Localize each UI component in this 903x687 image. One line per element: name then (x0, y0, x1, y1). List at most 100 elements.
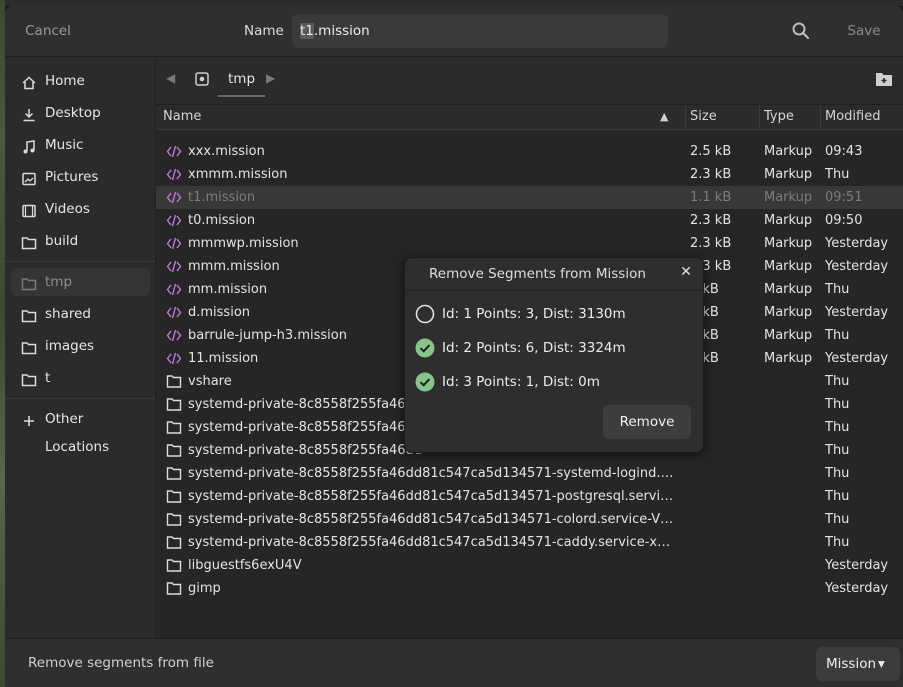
file-row[interactable]: xmmm.mission 2.3 kB Markup Thu (156, 163, 903, 186)
file-row[interactable]: systemd-private-8c8558f255fa46dd81c547ca… (156, 462, 903, 485)
file-modified: Thu (825, 420, 850, 435)
remove-segments-popover: Remove Segments from Mission ✕ Id: 1 Poi… (404, 257, 704, 453)
file-type: Markup (764, 236, 813, 251)
drive-icon[interactable] (194, 71, 210, 87)
sidebar-item-label: t (45, 370, 51, 386)
footer-label: Remove segments from file (28, 655, 214, 671)
sidebar-item-tmp[interactable]: tmp (11, 268, 150, 296)
sidebar-item-music[interactable]: Music (11, 131, 150, 159)
file-type: Markup (764, 351, 813, 366)
file-modified: Thu (825, 374, 850, 389)
remove-button[interactable]: Remove (603, 405, 691, 439)
sidebar-item-label: tmp (45, 274, 73, 290)
path-bar: ◀ tmp ▶ (156, 57, 903, 105)
file-size: 1.1 kB (690, 190, 732, 205)
sidebar-item-shared[interactable]: shared (11, 300, 150, 328)
sidebar-item-label: Videos (45, 201, 90, 217)
file-modified: Yesterday (825, 581, 889, 596)
column-type[interactable]: Type (764, 105, 794, 129)
sidebar-item-other-locations[interactable]: Other Locations (11, 405, 150, 455)
file-modified: Thu (825, 328, 850, 343)
sidebar-divider (5, 261, 155, 262)
file-row[interactable]: t1.mission 1.1 kB Markup 09:51 (156, 186, 903, 209)
markup-file-icon (166, 236, 182, 251)
file-row[interactable]: mmmwp.mission 2.3 kB Markup Yesterday (156, 232, 903, 255)
sort-up-icon[interactable]: ▲ (660, 105, 668, 129)
filename-rest-text: .mission (313, 23, 370, 39)
folder-icon (166, 489, 182, 504)
file-type: Markup (764, 213, 813, 228)
file-filter-dropdown[interactable]: Mission ▾ (816, 647, 900, 681)
file-row[interactable]: xxx.mission 2.5 kB Markup 09:43 (156, 140, 903, 163)
path-segment-tmp[interactable]: tmp (218, 67, 266, 97)
file-size: 2.5 kB (690, 144, 732, 159)
folder-icon (21, 338, 37, 355)
column-divider (759, 105, 760, 129)
unchecked-circle-icon (415, 304, 435, 324)
folder-icon (21, 306, 37, 323)
chevron-down-icon: ▾ (878, 656, 885, 672)
markup-file-icon (166, 305, 182, 320)
folder-icon (166, 512, 182, 527)
folder-icon (166, 374, 182, 389)
column-modified[interactable]: Modified (825, 105, 880, 129)
download-icon (21, 105, 37, 122)
save-button[interactable]: Save (839, 14, 889, 48)
markup-file-icon (166, 190, 182, 205)
file-name: systemd-private-8c8558f255fa46dd81c547ca… (188, 466, 678, 481)
search-icon[interactable] (789, 19, 813, 43)
sidebar-item-pictures[interactable]: Pictures (11, 163, 150, 191)
sidebar-item-videos[interactable]: Videos (11, 195, 150, 223)
sidebar-item-desktop[interactable]: Desktop (11, 99, 150, 127)
file-modified: Yesterday (825, 351, 889, 366)
column-divider (685, 105, 686, 129)
sidebar-item-home[interactable]: Home (11, 67, 150, 95)
file-name: libguestfs6exU4V (188, 558, 302, 573)
new-folder-icon[interactable] (874, 70, 894, 88)
markup-file-icon (166, 167, 182, 182)
video-icon (21, 201, 37, 218)
sidebar-item-images[interactable]: images (11, 332, 150, 360)
column-divider (820, 105, 821, 129)
file-modified: Thu (825, 535, 850, 550)
sidebar-item-label: Other Locations (45, 411, 110, 455)
chevron-left-icon[interactable]: ◀ (166, 71, 175, 85)
file-row[interactable]: gimp Yesterday (156, 577, 903, 600)
file-name: systemd-private-8c8558f255fa46dd81c547ca… (188, 512, 678, 527)
folder-icon (21, 370, 37, 387)
column-size[interactable]: Size (690, 105, 717, 129)
sidebar-item-build[interactable]: build (11, 227, 150, 255)
sidebar-item-t[interactable]: t (11, 364, 150, 392)
chevron-right-icon[interactable]: ▶ (266, 71, 275, 85)
markup-file-icon (166, 259, 182, 274)
sidebar-item-label: Music (45, 137, 84, 153)
column-header: Name ▲ Size Type Modified (156, 105, 903, 130)
folder-icon (166, 420, 182, 435)
file-type: Markup (764, 259, 813, 274)
folder-icon (166, 466, 182, 481)
file-row[interactable]: systemd-private-8c8558f255fa46dd81c547ca… (156, 531, 903, 554)
folder-icon (166, 397, 182, 412)
file-modified: Thu (825, 397, 850, 412)
file-row[interactable]: systemd-private-8c8558f255fa46dd81c547ca… (156, 485, 903, 508)
file-row[interactable]: systemd-private-8c8558f255fa46dd81c547ca… (156, 508, 903, 531)
file-modified: Thu (825, 282, 850, 297)
sidebar-item-label: shared (45, 306, 91, 322)
file-size: 2.3 kB (690, 213, 732, 228)
file-modified: 09:43 (825, 144, 863, 159)
file-name: xxx.mission (188, 144, 265, 159)
cancel-button[interactable]: Cancel (18, 14, 78, 48)
filename-input[interactable]: t1.mission (292, 14, 668, 48)
file-row[interactable]: libguestfs6exU4V Yesterday (156, 554, 903, 577)
file-modified: Yesterday (825, 236, 889, 251)
segment-label: Id: 1 Points: 3, Dist: 3130m (442, 306, 626, 322)
file-modified: Thu (825, 167, 850, 182)
popover-header: Remove Segments from Mission ✕ (405, 258, 703, 291)
popover-title: Remove Segments from Mission (429, 266, 646, 282)
file-row[interactable]: t0.mission 2.3 kB Markup 09:50 (156, 209, 903, 232)
folder-icon (166, 558, 182, 573)
sidebar-item-label: build (45, 233, 79, 249)
markup-file-icon (166, 351, 182, 366)
column-name[interactable]: Name (163, 105, 201, 129)
close-icon[interactable]: ✕ (679, 265, 693, 279)
